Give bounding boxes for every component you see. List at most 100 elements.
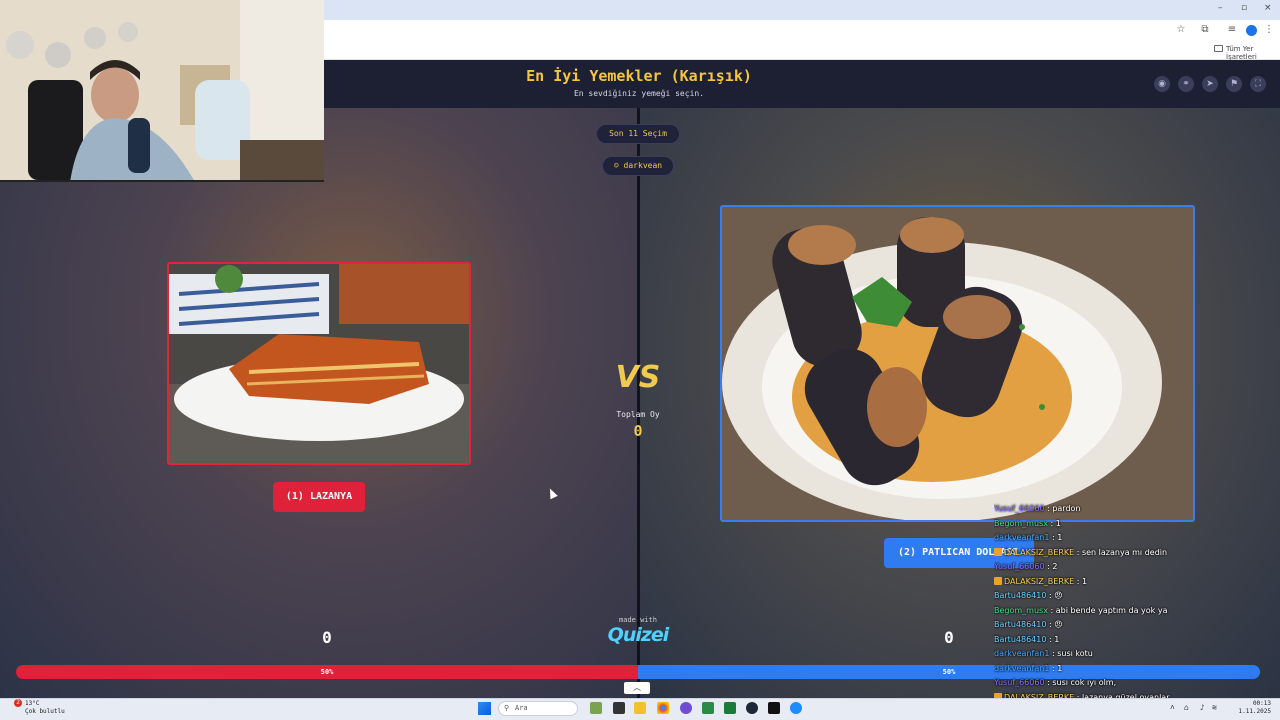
- chat-message: darkveanfan1 : 1: [994, 662, 1280, 677]
- tab-strip: [324, 0, 1280, 20]
- chat-message: Yusuf_66060 : pardon: [994, 502, 1280, 517]
- chat-message: darkveanfan1 : 1: [994, 531, 1280, 546]
- eye-icon[interactable]: ◉: [1154, 76, 1170, 92]
- steam-icon[interactable]: [746, 702, 758, 714]
- chevron-up-tray-icon[interactable]: ˄: [1170, 703, 1175, 713]
- weather-temp: 13°C: [25, 700, 40, 707]
- close-button[interactable]: ×: [1264, 3, 1272, 13]
- chat-username: darkveanfan1: [994, 533, 1050, 542]
- chat-text: : 1: [1049, 533, 1063, 542]
- clock-time: 00:13: [1252, 700, 1271, 707]
- maximize-button[interactable]: ▫: [1241, 3, 1247, 13]
- star-icon[interactable]: ☆: [1175, 24, 1187, 36]
- chat-username: Bartu486410: [994, 591, 1047, 600]
- extensions-icon[interactable]: ⧉: [1199, 24, 1211, 36]
- chat-message: Begom_musx : 1: [994, 517, 1280, 532]
- task-view-icon[interactable]: [613, 702, 625, 714]
- flag-icon[interactable]: ⚑: [1226, 76, 1242, 92]
- bookmarks-bar: [324, 42, 1280, 60]
- chat-message: darkveanfan1 : susı kotu: [994, 647, 1280, 662]
- discord-icon[interactable]: [680, 702, 692, 714]
- webcam-overlay: [0, 0, 324, 182]
- widget-app-icon[interactable]: [590, 702, 602, 714]
- chat-username: Bartu486410: [994, 620, 1047, 629]
- taskbar-clock[interactable]: 00:13 1.11.2025: [1225, 700, 1271, 716]
- total-votes-value: 0: [633, 422, 643, 440]
- chat-text: : 1: [1074, 576, 1088, 586]
- folder-icon: [1214, 45, 1223, 52]
- mic-icon[interactable]: ♪: [1200, 703, 1205, 712]
- chat-text: : susı kotu: [1049, 649, 1093, 658]
- page-title: En İyi Yemekler (Karışık): [526, 67, 752, 85]
- chat-message: Bartu486410 : 😠: [994, 589, 1280, 604]
- chat-message: DALAKSIZ_BERKE : 1: [994, 575, 1280, 590]
- chat-message: Bartu486410 : 1: [994, 633, 1280, 648]
- all-bookmarks-link[interactable]: Tüm Yer İşaretleri: [1226, 45, 1280, 61]
- wifi-icon[interactable]: ≋: [1212, 703, 1217, 712]
- webcam-scene: [0, 0, 324, 180]
- chat-message: Begom_musx : abi bende yaptım da yok ya: [994, 604, 1280, 619]
- chat-message: Yusuf_66060 : susı cok ıyı olm,: [994, 676, 1280, 691]
- menu-icon[interactable]: ⋮: [1263, 24, 1275, 36]
- option-1-image[interactable]: [167, 262, 471, 465]
- epic-games-icon[interactable]: [768, 702, 780, 714]
- total-votes-label: Toplam Oy: [616, 410, 660, 419]
- file-explorer-icon[interactable]: [634, 702, 646, 714]
- chat-text: : abi bende yaptım da yok ya: [1047, 605, 1168, 615]
- xbox-icon[interactable]: [702, 702, 714, 714]
- link-icon[interactable]: ⚭: [1178, 76, 1194, 92]
- clock-date: 1.11.2025: [1238, 708, 1271, 715]
- fullscreen-icon[interactable]: ⛶: [1250, 76, 1266, 92]
- made-with-label: made with: [619, 616, 657, 624]
- chat-text: : 😠: [1046, 591, 1063, 600]
- chat-message: Yusuf_66060 : 2: [994, 560, 1280, 575]
- chrome-icon[interactable]: [657, 702, 669, 714]
- minimize-button[interactable]: –: [1218, 3, 1223, 13]
- chat-username: Begom_musx: [994, 605, 1048, 615]
- search-placeholder: Ara: [515, 704, 528, 712]
- excel-icon[interactable]: [724, 702, 736, 714]
- chat-username: Bartu486410: [994, 634, 1047, 644]
- chat-text: : susı cok ıyı olm,: [1044, 678, 1117, 687]
- search-icon: ⚲: [504, 704, 510, 712]
- vs-badge: VS: [615, 360, 661, 395]
- chat-username: Begom_musx: [994, 518, 1048, 528]
- media-icon[interactable]: ≡: [1226, 24, 1238, 36]
- chevron-up-icon[interactable]: ︿: [624, 682, 650, 694]
- user-pill: ☺ darkvean: [602, 156, 674, 176]
- app-icon[interactable]: [790, 702, 802, 714]
- option-1-button[interactable]: (1) LAZANYA: [273, 482, 365, 512]
- chat-text: : sen lazanya mı dedin: [1074, 547, 1168, 557]
- weather-desc: Çok bulutlu: [25, 708, 65, 715]
- chat-text: : 1: [1046, 634, 1060, 644]
- network-icon[interactable]: ⌂: [1184, 703, 1189, 712]
- quizei-logo[interactable]: Quizei: [598, 624, 678, 646]
- weather-badge: 2: [14, 699, 22, 707]
- chat-username: Yusuf_66060: [994, 678, 1045, 687]
- address-bar[interactable]: [324, 20, 1280, 42]
- chat-username: darkveanfan1: [994, 663, 1050, 673]
- option-1-count: 0: [322, 628, 332, 647]
- option-2-image[interactable]: [720, 205, 1195, 522]
- chat-text: : pardon: [1044, 504, 1081, 513]
- chat-text: : 1: [1049, 663, 1063, 673]
- taskbar-search[interactable]: ⚲ Ara: [498, 701, 578, 716]
- page-subtitle: En sevdiğiniz yemeği seçin.: [573, 89, 705, 98]
- chat-badge-icon: [994, 548, 1002, 556]
- eggplant-dolma-photo: [722, 207, 1193, 520]
- chat-message: DALAKSIZ_BERKE : sen lazanya mı dedin: [994, 546, 1280, 561]
- user-name: darkvean: [623, 161, 663, 170]
- chat-message: Bartu486410 : 😠: [994, 618, 1280, 633]
- round-counter: Son 11 Seçim: [596, 124, 680, 144]
- option-1-progress: 50%: [16, 665, 638, 679]
- chat-text: : 1: [1047, 518, 1061, 528]
- send-icon[interactable]: ➤: [1202, 76, 1218, 92]
- weather-widget[interactable]: 13°C Çok bulutlu: [25, 700, 65, 716]
- chat-username: Yusuf_66060: [994, 562, 1045, 571]
- start-button[interactable]: [478, 702, 491, 715]
- chat-text: : 2: [1044, 562, 1058, 571]
- chat-username: Yusuf_66060: [994, 504, 1045, 513]
- profile-avatar[interactable]: [1246, 25, 1257, 36]
- center-divider: [637, 108, 640, 698]
- option-2-count: 0: [944, 628, 954, 647]
